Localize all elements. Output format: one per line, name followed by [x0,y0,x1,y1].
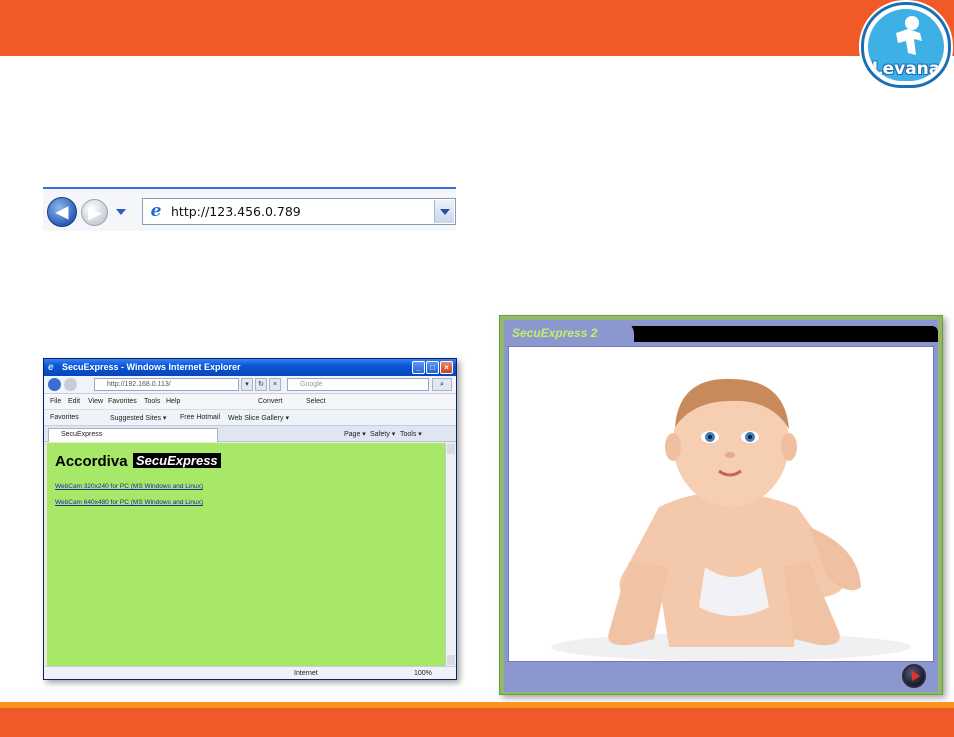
menu-help[interactable]: Help [166,398,180,405]
baby-figure-icon [896,16,922,55]
ie-page-content: Accordiva SecuExpress WebCam 320x240 for… [47,443,445,666]
secuexpress-brand: SecuExpress [133,453,221,468]
ie-window-title: SecuExpress - Windows Internet Explorer [62,362,241,372]
levana-logo: Levana [861,2,951,88]
url-text: http://123.456.0.789 [171,204,301,219]
webcam-640-link[interactable]: WebCam 640x480 for PC (MS Windows and Li… [55,499,203,506]
page-heading: Accordiva [55,453,128,470]
url-field[interactable]: e http://123.456.0.789 [142,198,456,225]
ie-window-screenshot: e SecuExpress - Windows Internet Explore… [43,358,457,680]
ie-icon: e [48,362,54,373]
page-menu[interactable]: Page ▾ [344,430,366,438]
logo-text: Levana [871,59,941,79]
menu-edit[interactable]: Edit [68,398,80,405]
menu-tools[interactable]: Tools [144,398,160,405]
stop-icon[interactable]: × [269,378,281,391]
ie-icon: e [150,201,162,221]
ie-titlebar: e SecuExpress - Windows Internet Explore… [44,359,456,376]
maximize-button[interactable]: □ [426,361,439,374]
convert-button[interactable]: Convert [258,398,283,405]
ie-scrollbar[interactable] [445,443,456,666]
free-hotmail-link[interactable]: Free Hotmail [180,414,220,421]
slide: Levana ◀ ▶ e http://123.456.0.789 e Secu… [0,0,954,737]
select-button[interactable]: Select [306,398,325,405]
favorites-button[interactable]: Favorites [50,414,79,421]
back-icon: ◀ [55,204,69,221]
back-icon[interactable] [48,378,61,391]
ie-menubar: File Edit View Favorites Tools Help Conv… [44,394,456,410]
dropdown-icon[interactable]: ▾ [241,378,253,391]
header-bar [0,0,954,56]
back-button[interactable]: ◀ [47,197,77,227]
ie-tab-row: SecuExpress Page ▾ Safety ▾ Tools ▾ [44,426,456,442]
url-dropdown-button[interactable] [434,200,454,223]
forward-button[interactable]: ▶ [81,199,108,226]
forward-icon[interactable] [64,378,77,391]
menu-favorites[interactable]: Favorites [108,398,137,405]
footer-bar [0,702,954,737]
baby-image [509,347,933,661]
ie-favorites-bar: Favorites Suggested Sites ▾ Free Hotmail… [44,410,456,426]
history-dropdown-icon[interactable] [116,209,126,215]
tools-menu[interactable]: Tools ▾ [400,430,422,438]
suggested-sites-link[interactable]: Suggested Sites ▾ [110,414,166,422]
minimize-button[interactable]: _ [412,361,425,374]
video-screen [508,346,934,662]
ie-url-field[interactable]: http://192.168.0.113/ [94,378,239,391]
search-icon[interactable]: ⌕ [432,378,452,391]
refresh-icon[interactable]: ↻ [255,378,267,391]
web-slice-gallery-link[interactable]: Web Slice Gallery ▾ [228,414,289,422]
menu-view[interactable]: View [88,398,103,405]
forward-icon: ▶ [88,204,101,222]
ie-navbar: http://192.168.0.113/ ▾ ↻ × Google ⌕ [44,376,456,394]
zoom-level[interactable]: 100% [414,670,432,677]
ie-tab[interactable]: SecuExpress [48,428,218,442]
browser-address-bar: ◀ ▶ e http://123.456.0.789 [43,187,456,231]
play-button[interactable] [902,664,926,688]
close-button[interactable]: × [440,361,453,374]
webcam-320-link[interactable]: WebCam 320x240 for PC (MS Windows and Li… [55,483,203,490]
player-title: SecuExpress 2 [512,326,598,340]
secuexpress-player: SecuExpress 2 [499,315,943,695]
safety-menu[interactable]: Safety ▾ [370,430,395,438]
ie-statusbar: Internet 100% [44,666,456,679]
menu-file[interactable]: File [50,398,61,405]
ie-search-field[interactable]: Google [287,378,429,391]
internet-zone: Internet [294,670,318,677]
